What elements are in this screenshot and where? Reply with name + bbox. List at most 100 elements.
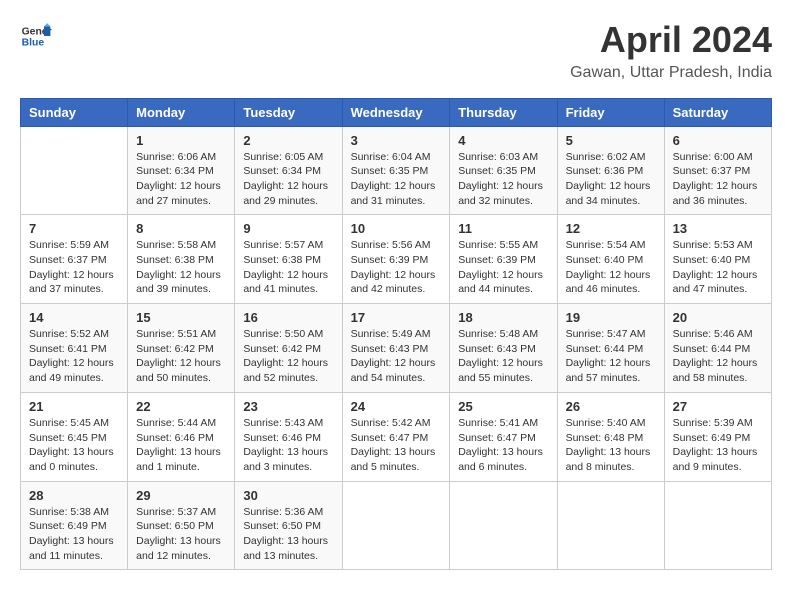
day-info: Sunrise: 5:58 AM Sunset: 6:38 PM Dayligh… xyxy=(136,238,226,297)
calendar-week-1: 1 Sunrise: 6:06 AM Sunset: 6:34 PM Daylig… xyxy=(21,126,772,215)
calendar-cell: 14Sunrise: 5:52 AM Sunset: 6:41 PM Dayli… xyxy=(21,304,128,393)
calendar-cell: 10 Sunrise: 5:56 AM Sunset: 6:39 PM Dayli… xyxy=(342,215,450,304)
calendar-cell: 20Sunrise: 5:46 AM Sunset: 6:44 PM Dayli… xyxy=(664,304,771,393)
day-info: Sunrise: 5:50 AM Sunset: 6:42 PM Dayligh… xyxy=(243,327,333,386)
day-info: Sunrise: 6:05 AM Sunset: 6:34 PM Dayligh… xyxy=(243,150,333,209)
svg-text:Blue: Blue xyxy=(22,38,45,49)
calendar-header: SundayMondayTuesdayWednesdayThursdayFrid… xyxy=(21,98,772,126)
day-info: Sunrise: 5:43 AM Sunset: 6:46 PM Dayligh… xyxy=(243,416,333,475)
main-title: April 2024 xyxy=(570,20,772,60)
day-info: Sunrise: 6:06 AM Sunset: 6:34 PM Dayligh… xyxy=(136,150,226,209)
calendar-cell: 2 Sunrise: 6:05 AM Sunset: 6:34 PM Daylig… xyxy=(235,126,342,215)
day-info: Sunrise: 5:45 AM Sunset: 6:45 PM Dayligh… xyxy=(29,416,119,475)
day-info: Sunrise: 5:54 AM Sunset: 6:40 PM Dayligh… xyxy=(566,238,656,297)
day-info: Sunrise: 6:00 AM Sunset: 6:37 PM Dayligh… xyxy=(673,150,763,209)
day-number: 7 xyxy=(29,221,119,236)
day-number: 24 xyxy=(351,399,442,414)
day-info: Sunrise: 5:44 AM Sunset: 6:46 PM Dayligh… xyxy=(136,416,226,475)
day-header-thursday: Thursday xyxy=(450,98,557,126)
day-number: 30 xyxy=(243,488,333,503)
calendar-cell xyxy=(664,481,771,570)
day-number: 13 xyxy=(673,221,763,236)
day-number: 2 xyxy=(243,133,333,148)
calendar-cell: 23 Sunrise: 5:43 AM Sunset: 6:46 PM Dayli… xyxy=(235,392,342,481)
calendar-cell xyxy=(557,481,664,570)
calendar-cell: 9 Sunrise: 5:57 AM Sunset: 6:38 PM Daylig… xyxy=(235,215,342,304)
day-number: 26 xyxy=(566,399,656,414)
subtitle: Gawan, Uttar Pradesh, India xyxy=(570,64,772,82)
calendar-cell xyxy=(342,481,450,570)
day-info: Sunrise: 5:47 AM Sunset: 6:44 PM Dayligh… xyxy=(566,327,656,386)
day-header-saturday: Saturday xyxy=(664,98,771,126)
day-number: 16 xyxy=(243,310,333,325)
day-info: Sunrise: 5:38 AM Sunset: 6:49 PM Dayligh… xyxy=(29,505,119,564)
day-info: Sunrise: 5:49 AM Sunset: 6:43 PM Dayligh… xyxy=(351,327,442,386)
calendar-cell xyxy=(450,481,557,570)
calendar-cell: 15Sunrise: 5:51 AM Sunset: 6:42 PM Dayli… xyxy=(128,304,235,393)
calendar-cell: 21Sunrise: 5:45 AM Sunset: 6:45 PM Dayli… xyxy=(21,392,128,481)
day-number: 23 xyxy=(243,399,333,414)
calendar-cell: 19 Sunrise: 5:47 AM Sunset: 6:44 PM Dayli… xyxy=(557,304,664,393)
day-number: 6 xyxy=(673,133,763,148)
day-number: 11 xyxy=(458,221,548,236)
day-info: Sunrise: 5:57 AM Sunset: 6:38 PM Dayligh… xyxy=(243,238,333,297)
calendar-cell: 13 Sunrise: 5:53 AM Sunset: 6:40 PM Dayli… xyxy=(664,215,771,304)
header: General Blue April 2024 Gawan, Uttar Pra… xyxy=(20,20,772,82)
day-number: 5 xyxy=(566,133,656,148)
day-info: Sunrise: 5:36 AM Sunset: 6:50 PM Dayligh… xyxy=(243,505,333,564)
calendar-cell: 18Sunrise: 5:48 AM Sunset: 6:43 PM Dayli… xyxy=(450,304,557,393)
day-info: Sunrise: 5:42 AM Sunset: 6:47 PM Dayligh… xyxy=(351,416,442,475)
calendar-cell: 8 Sunrise: 5:58 AM Sunset: 6:38 PM Daylig… xyxy=(128,215,235,304)
day-number: 22 xyxy=(136,399,226,414)
day-info: Sunrise: 5:59 AM Sunset: 6:37 PM Dayligh… xyxy=(29,238,119,297)
day-info: Sunrise: 5:53 AM Sunset: 6:40 PM Dayligh… xyxy=(673,238,763,297)
calendar-cell: 4 Sunrise: 6:03 AM Sunset: 6:35 PM Daylig… xyxy=(450,126,557,215)
day-number: 17 xyxy=(351,310,442,325)
day-number: 20 xyxy=(673,310,763,325)
calendar-cell: 7 Sunrise: 5:59 AM Sunset: 6:37 PM Daylig… xyxy=(21,215,128,304)
day-info: Sunrise: 5:52 AM Sunset: 6:41 PM Dayligh… xyxy=(29,327,119,386)
day-number: 3 xyxy=(351,133,442,148)
logo: General Blue xyxy=(20,20,52,52)
day-info: Sunrise: 5:37 AM Sunset: 6:50 PM Dayligh… xyxy=(136,505,226,564)
calendar-week-5: 28 Sunrise: 5:38 AM Sunset: 6:49 PM Dayli… xyxy=(21,481,772,570)
calendar-cell: 6 Sunrise: 6:00 AM Sunset: 6:37 PM Daylig… xyxy=(664,126,771,215)
day-info: Sunrise: 6:02 AM Sunset: 6:36 PM Dayligh… xyxy=(566,150,656,209)
calendar: SundayMondayTuesdayWednesdayThursdayFrid… xyxy=(20,98,772,571)
day-number: 25 xyxy=(458,399,548,414)
day-info: Sunrise: 6:04 AM Sunset: 6:35 PM Dayligh… xyxy=(351,150,442,209)
day-header-sunday: Sunday xyxy=(21,98,128,126)
day-number: 10 xyxy=(351,221,442,236)
day-header-wednesday: Wednesday xyxy=(342,98,450,126)
day-header-friday: Friday xyxy=(557,98,664,126)
day-number: 9 xyxy=(243,221,333,236)
calendar-cell: 5 Sunrise: 6:02 AM Sunset: 6:36 PM Daylig… xyxy=(557,126,664,215)
calendar-cell: 29 Sunrise: 5:37 AM Sunset: 6:50 PM Dayli… xyxy=(128,481,235,570)
calendar-cell: 22 Sunrise: 5:44 AM Sunset: 6:46 PM Dayli… xyxy=(128,392,235,481)
day-info: Sunrise: 5:56 AM Sunset: 6:39 PM Dayligh… xyxy=(351,238,442,297)
calendar-cell: 30 Sunrise: 5:36 AM Sunset: 6:50 PM Dayli… xyxy=(235,481,342,570)
day-number: 28 xyxy=(29,488,119,503)
title-area: April 2024 Gawan, Uttar Pradesh, India xyxy=(570,20,772,82)
day-number: 4 xyxy=(458,133,548,148)
day-number: 18 xyxy=(458,310,548,325)
day-info: Sunrise: 5:55 AM Sunset: 6:39 PM Dayligh… xyxy=(458,238,548,297)
calendar-cell xyxy=(21,126,128,215)
calendar-cell: 11 Sunrise: 5:55 AM Sunset: 6:39 PM Dayli… xyxy=(450,215,557,304)
day-header-monday: Monday xyxy=(128,98,235,126)
calendar-cell: 27Sunrise: 5:39 AM Sunset: 6:49 PM Dayli… xyxy=(664,392,771,481)
calendar-cell: 25 Sunrise: 5:41 AM Sunset: 6:47 PM Dayli… xyxy=(450,392,557,481)
day-number: 29 xyxy=(136,488,226,503)
day-header-tuesday: Tuesday xyxy=(235,98,342,126)
day-number: 8 xyxy=(136,221,226,236)
day-info: Sunrise: 6:03 AM Sunset: 6:35 PM Dayligh… xyxy=(458,150,548,209)
day-number: 19 xyxy=(566,310,656,325)
calendar-cell: 1 Sunrise: 6:06 AM Sunset: 6:34 PM Daylig… xyxy=(128,126,235,215)
day-number: 1 xyxy=(136,133,226,148)
day-info: Sunrise: 5:40 AM Sunset: 6:48 PM Dayligh… xyxy=(566,416,656,475)
calendar-cell: 3 Sunrise: 6:04 AM Sunset: 6:35 PM Daylig… xyxy=(342,126,450,215)
calendar-cell: 26 Sunrise: 5:40 AM Sunset: 6:48 PM Dayli… xyxy=(557,392,664,481)
day-info: Sunrise: 5:41 AM Sunset: 6:47 PM Dayligh… xyxy=(458,416,548,475)
calendar-cell: 12Sunrise: 5:54 AM Sunset: 6:40 PM Dayli… xyxy=(557,215,664,304)
calendar-week-4: 21Sunrise: 5:45 AM Sunset: 6:45 PM Dayli… xyxy=(21,392,772,481)
